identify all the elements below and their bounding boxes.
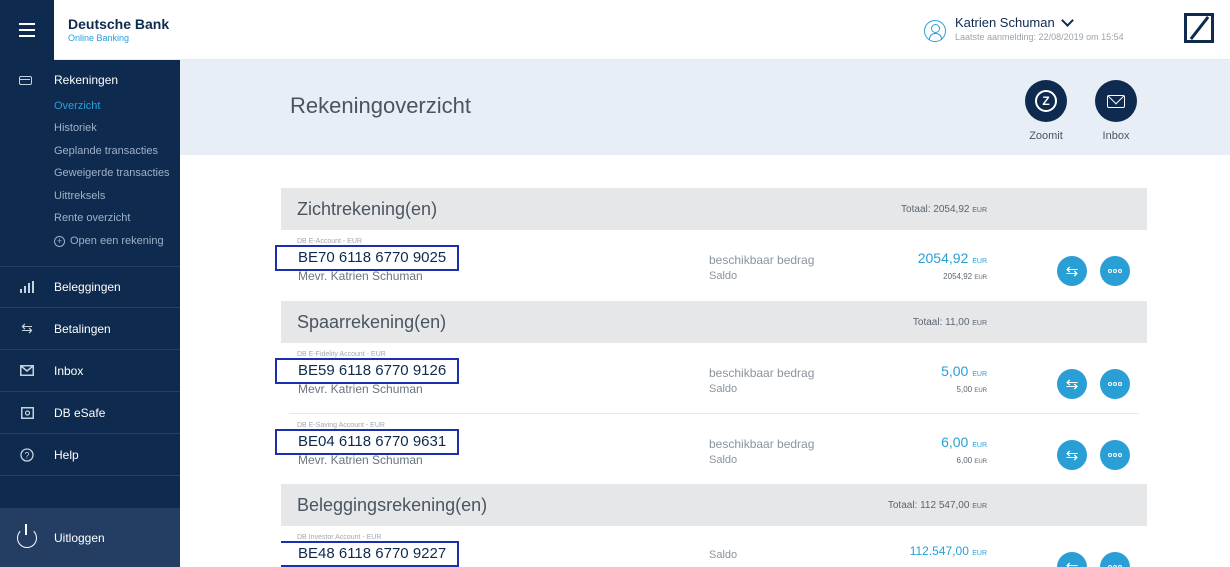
user-menu[interactable]: Katrien Schuman Laatste aanmelding: 22/0…	[924, 13, 1124, 43]
balance-label: Saldo	[709, 270, 738, 282]
account-holder: Mevr. Katrien Schuman	[298, 382, 423, 396]
logout-button[interactable]: Uitloggen	[0, 508, 180, 567]
deutsche-bank-logo[interactable]	[1184, 13, 1214, 43]
section-title: Spaarrekening(en)	[297, 312, 447, 332]
sidebar-item-rekeningen[interactable]: Rekeningen	[54, 73, 118, 87]
available-label: beschikbaar bedrag	[709, 253, 815, 267]
transfer-button[interactable]: ⇆	[1057, 256, 1087, 286]
zoomit-icon: Z	[1035, 90, 1057, 112]
transfer-button[interactable]: ⇆	[1057, 369, 1087, 399]
sidebar-item-inbox[interactable]: Inbox	[0, 350, 180, 392]
mail-icon	[0, 365, 54, 376]
iban-highlight-box	[275, 358, 459, 384]
sidebar-sub-uittreksels[interactable]: Uittreksels	[54, 190, 105, 202]
transfer-icon: ⇆	[1065, 375, 1079, 393]
balance-label: Saldo	[709, 454, 738, 466]
account-row[interactable]: DB E-Saving Account - EUR BE04 6118 6770…	[275, 414, 1147, 485]
more-icon	[1108, 382, 1122, 386]
sidebar-group-rekeningen: Rekeningen Overzicht Historiek Geplande …	[0, 60, 180, 267]
more-options-button[interactable]	[1100, 369, 1130, 399]
section-total: Totaal: 112 547,00 EUR	[887, 500, 987, 511]
account-type: DB E-Fidelity Account - EUR	[297, 351, 386, 358]
section-zichtrekeningen: Zichtrekening(en) Totaal: 2054,92 EUR	[281, 188, 1147, 230]
balance-amount: 6,00 EUR	[956, 456, 987, 465]
chevron-down-icon[interactable]	[1060, 13, 1074, 27]
account-row[interactable]: DB Investor Account - EUR BE48 6118 6770…	[281, 526, 1147, 567]
transfer-button[interactable]: ⇆	[1057, 440, 1087, 470]
account-type: DB E-Account - EUR	[297, 238, 362, 245]
top-bar: Deutsche Bank Online Banking Katrien Sch…	[0, 0, 1230, 60]
section-beleggingsrekeningen: Beleggingsrekening(en) Totaal: 112 547,0…	[281, 484, 1147, 526]
brand-name: Deutsche Bank	[68, 16, 170, 32]
available-label: beschikbaar bedrag	[709, 366, 815, 380]
section-total: Totaal: 2054,92 EUR	[901, 204, 987, 215]
account-row[interactable]: DB E-Account - EUR BE70 6118 6770 9025 M…	[275, 230, 1147, 301]
section-spaarrekeningen: Spaarrekening(en) Totaal: 11,00 EUR	[281, 301, 1147, 343]
more-icon	[1108, 453, 1122, 457]
more-options-button[interactable]	[1100, 552, 1130, 567]
zoomit-button[interactable]: Z Zoomit	[1016, 80, 1076, 142]
open-account-link[interactable]: + Open een rekening	[54, 235, 164, 247]
mail-icon	[1107, 94, 1125, 108]
sidebar-item-betalingen[interactable]: ⇆ Betalingen	[0, 308, 180, 350]
section-title: Beleggingsrekening(en)	[297, 495, 488, 515]
page-title: Rekeningoverzicht	[290, 93, 471, 118]
brand-subtitle: Online Banking	[68, 33, 130, 43]
account-holder: Mevr. Katrien Schuman	[298, 453, 423, 467]
transfer-button[interactable]: ⇆	[1057, 552, 1087, 567]
svg-text:?: ?	[24, 450, 29, 460]
user-name[interactable]: Katrien Schuman	[955, 13, 1124, 31]
section-total: Totaal: 11,00 EUR	[912, 317, 987, 328]
iban-highlight-box	[275, 245, 459, 271]
sidebar-sub-geplande[interactable]: Geplande transacties	[54, 145, 158, 157]
account-type: DB E-Saving Account - EUR	[297, 422, 385, 429]
available-amount: 5,00 EUR	[941, 363, 987, 379]
transfer-icon: ⇆	[21, 320, 33, 336]
sidebar-sub-historiek[interactable]: Historiek	[54, 122, 97, 134]
transfer-icon: ⇆	[1065, 262, 1079, 280]
section-title: Zichtrekening(en)	[297, 199, 438, 219]
user-icon	[924, 20, 946, 42]
card-icon	[19, 76, 32, 85]
sidebar: Rekeningen Overzicht Historiek Geplande …	[0, 60, 180, 567]
iban-highlight-box	[281, 541, 459, 567]
balance-label: Saldo	[709, 549, 738, 561]
sidebar-item-esafe[interactable]: DB eSafe	[0, 392, 180, 434]
chart-icon	[0, 281, 54, 293]
sidebar-sub-geweigerde[interactable]: Geweigerde transacties	[54, 167, 170, 179]
sidebar-item-help[interactable]: ? Help	[0, 434, 180, 476]
more-options-button[interactable]	[1100, 256, 1130, 286]
available-amount: 112.547,00 EUR	[909, 544, 987, 558]
power-icon	[0, 523, 54, 548]
last-login: Laatste aanmelding: 22/08/2019 om 15:54	[955, 32, 1124, 42]
sidebar-sub-rente[interactable]: Rente overzicht	[54, 212, 130, 224]
available-amount: 6,00 EUR	[941, 434, 987, 450]
available-amount: 2054,92 EUR	[917, 250, 987, 266]
safe-icon	[0, 406, 54, 419]
balance-amount: 2054,92 EUR	[943, 272, 987, 281]
page-header: Rekeningoverzicht Z Zoomit Inbox	[180, 60, 1230, 155]
account-holder: Mevr. Katrien Schuman	[298, 269, 423, 283]
help-icon: ?	[0, 447, 54, 462]
sidebar-item-beleggingen[interactable]: Beleggingen	[0, 266, 180, 308]
more-options-button[interactable]	[1100, 440, 1130, 470]
menu-icon[interactable]	[0, 0, 54, 60]
account-row[interactable]: DB E-Fidelity Account - EUR BE59 6118 67…	[275, 343, 1147, 414]
transfer-icon: ⇆	[1065, 446, 1079, 464]
inbox-button[interactable]: Inbox	[1086, 80, 1146, 142]
balance-amount: 5,00 EUR	[956, 385, 987, 394]
brand-logo[interactable]: Deutsche Bank Online Banking	[68, 16, 169, 44]
more-icon	[1108, 269, 1122, 273]
sidebar-sub-overzicht[interactable]: Overzicht	[54, 100, 100, 112]
transfer-icon: ⇆	[1065, 558, 1079, 567]
plus-icon: +	[54, 235, 65, 247]
balance-label: Saldo	[709, 383, 738, 395]
available-label: beschikbaar bedrag	[709, 437, 815, 451]
iban-highlight-box	[275, 429, 459, 455]
account-type: DB Investor Account - EUR	[297, 534, 382, 541]
